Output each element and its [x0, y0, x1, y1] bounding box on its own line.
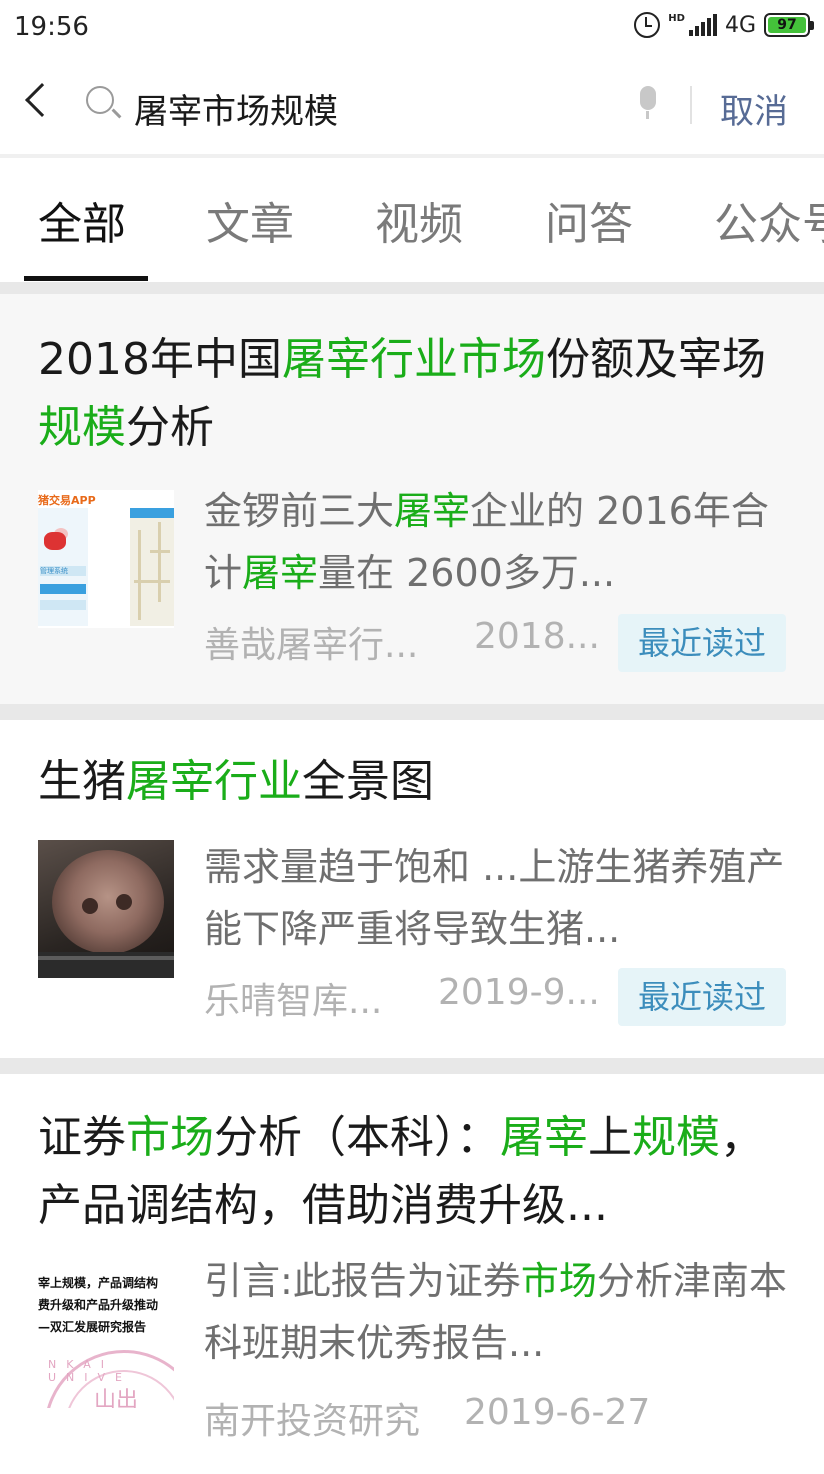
result-card[interactable]: 2018年中国屠宰行业市场份额及宰场规模分析 猪交易APP 管理系统 金锣前三大…: [0, 294, 824, 704]
highlighted-keyword: 规模: [38, 402, 126, 453]
text-segment: 全景图: [302, 756, 434, 807]
seal-text: NKAI UNIVE: [48, 1358, 132, 1384]
text-segment: 证券: [38, 1112, 126, 1163]
text-segment: 生猪: [38, 756, 126, 807]
result-date: 2019-6-27: [464, 1392, 651, 1433]
result-source: 善哉屠宰行...: [204, 625, 419, 666]
status-bar: 19:56 HD 4G 97: [0, 0, 824, 56]
tab-all[interactable]: 全部: [38, 188, 126, 252]
divider: [0, 1058, 824, 1074]
result-source: 乐晴智库...: [204, 981, 383, 1022]
result-thumbnail: 猪交易APP 管理系统: [38, 490, 174, 628]
text-segment: 分析: [126, 402, 214, 453]
thumbnail-line: 宰上规模，产品调结构: [38, 1276, 159, 1290]
microphone-icon[interactable]: [638, 86, 658, 120]
result-title[interactable]: 生猪屠宰行业全景图: [38, 748, 798, 816]
tab-active-indicator: [24, 276, 148, 281]
recently-read-badge: 最近读过: [618, 968, 786, 1026]
pig-snout-image: [52, 850, 164, 954]
signal-icon: [688, 14, 717, 36]
cancel-button[interactable]: 取消: [720, 84, 788, 133]
highlighted-keyword: 屠宰行业市场: [281, 334, 546, 385]
result-snippet: 需求量趋于饱和 ...上游生猪养殖产能下降严重将导致生猪...: [204, 836, 794, 960]
highlighted-keyword: 屠宰: [394, 489, 471, 533]
status-time: 19:56: [14, 12, 89, 42]
text-segment: 上: [588, 1112, 632, 1163]
highlighted-keyword: 市场: [126, 1112, 214, 1163]
result-tabs: 全部 文章 视频 问答 公众号: [0, 158, 824, 282]
highlighted-keyword: 屠宰行业: [126, 756, 302, 807]
tab-qa[interactable]: 问答: [545, 188, 633, 252]
text-segment: 引言:此报告为证券: [204, 1259, 521, 1303]
result-title[interactable]: 2018年中国屠宰行业市场份额及宰场规模分析: [38, 326, 798, 462]
battery-level: 97: [768, 17, 806, 33]
divider: [0, 704, 824, 720]
text-segment: 金锣前三大: [204, 489, 395, 533]
search-icon: [86, 86, 114, 114]
text-segment: 量在 2600多万...: [318, 551, 616, 595]
hd-label: HD: [668, 13, 685, 24]
divider: [0, 282, 824, 294]
text-segment: 分析（本科）：: [214, 1112, 500, 1163]
alarm-icon: [634, 12, 661, 38]
highlighted-keyword: 屠宰: [242, 551, 319, 595]
highlighted-keyword: 屠宰: [500, 1112, 588, 1163]
result-source: 南开投资研究: [204, 1401, 421, 1442]
thumbnail-system-label: 管理系统: [40, 566, 86, 576]
thumbnail-app-name: 猪交易APP: [38, 494, 96, 507]
text-segment: 2018年中国: [38, 334, 282, 385]
highlighted-keyword: 规模: [632, 1112, 720, 1163]
divider: [690, 86, 692, 124]
result-date: 2018...: [474, 616, 600, 657]
text-segment: 需求量趋于饱和 ...上游生猪养殖产能下降严重将导致生猪...: [204, 845, 785, 951]
recently-read-badge: 最近读过: [618, 614, 786, 672]
tab-official-accounts[interactable]: 公众号: [714, 188, 824, 252]
network-type: 4G: [724, 12, 756, 38]
text-segment: 份额及宰场: [545, 334, 766, 385]
result-card[interactable]: 证券市场分析（本科）：屠宰上规模，产品调结构，借助消费升级... 宰上规模，产品…: [0, 1074, 824, 1474]
back-arrow-icon[interactable]: [25, 83, 59, 117]
seal-glyph: 山出: [94, 1388, 139, 1408]
search-bar: 屠宰市场规模 取消: [0, 56, 824, 156]
result-snippet: 金锣前三大屠宰企业的 2016年合计屠宰量在 2600多万...: [204, 480, 794, 604]
result-date: 2019-9...: [438, 972, 600, 1013]
result-snippet: 引言:此报告为证券市场分析津南本科班期末优秀报告...: [204, 1250, 794, 1374]
result-thumbnail: 宰上规模，产品调结构 费升级和产品升级推动 —双汇发展研究报告 NKAI UNI…: [38, 1270, 174, 1408]
thumbnail-line: 费升级和产品升级推动: [38, 1298, 159, 1312]
search-input[interactable]: 屠宰市场规模: [134, 84, 338, 133]
thumbnail-line: —双汇发展研究报告: [38, 1320, 147, 1334]
highlighted-keyword: 市场: [520, 1259, 597, 1303]
result-thumbnail: [38, 840, 174, 978]
battery-icon: 97: [764, 13, 814, 37]
tab-articles[interactable]: 文章: [206, 188, 294, 252]
status-icons: HD 4G 97: [634, 12, 814, 38]
tab-videos[interactable]: 视频: [375, 188, 463, 252]
result-card[interactable]: 生猪屠宰行业全景图 需求量趋于饱和 ...上游生猪养殖产能下降严重将导致生猪..…: [0, 720, 824, 1058]
result-title[interactable]: 证券市场分析（本科）：屠宰上规模，产品调结构，借助消费升级...: [38, 1104, 798, 1240]
